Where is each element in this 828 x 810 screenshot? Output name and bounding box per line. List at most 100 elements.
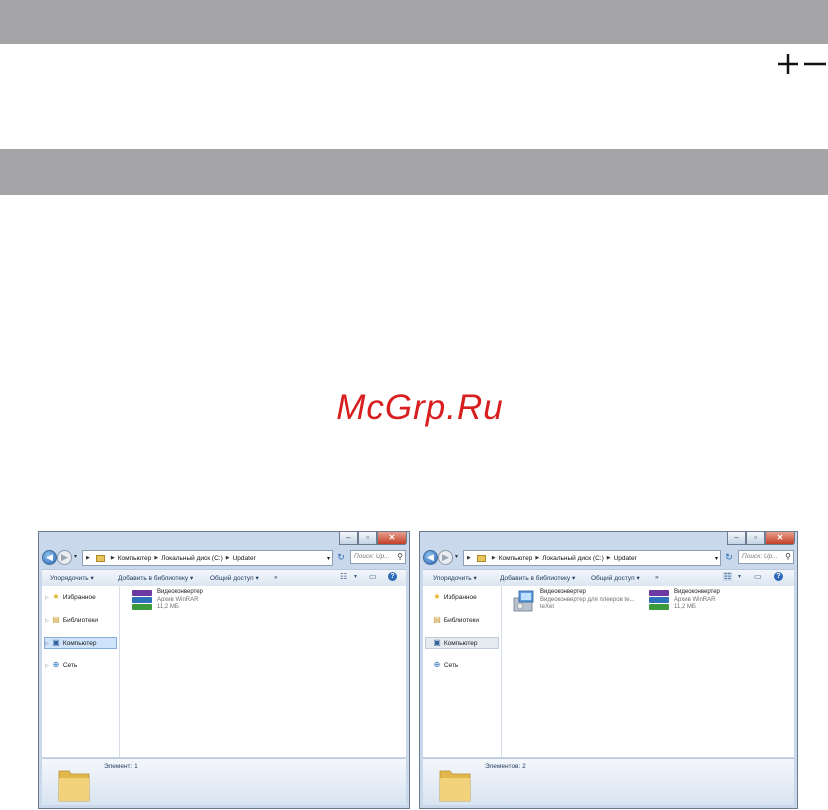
nav-item-label: Избранное [443,594,477,601]
add-to-library-menu[interactable]: Добавить в библиотеку ▾ [500,574,575,582]
maximize-button[interactable]: ▫ [746,532,765,545]
minimize-button[interactable]: ‒ [339,532,358,545]
status-count: Элементов: 2 [485,763,526,770]
star-icon: ★ [52,592,60,601]
share-menu[interactable]: Общий доступ ▾ [591,574,640,582]
view-dropdown-icon[interactable]: ▾ [354,573,357,580]
forward-button[interactable]: ▶ [57,550,72,565]
network-icon: ⊕ [433,660,441,669]
file-type: Архив WinRAR [157,596,199,603]
refresh-icon[interactable]: ↻ [335,550,347,564]
close-button[interactable]: ✕ [377,532,407,545]
more-commands-button[interactable]: » [655,574,659,581]
details-pane: Элемент: 1 [42,758,406,805]
chevron-right-icon: ▶ [110,555,115,561]
nav-item-libraries[interactable]: ▤ Библиотеки [426,615,479,626]
library-icon: ▤ [52,615,60,624]
breadcrumb-drive[interactable]: Локальный диск (C:) [161,555,223,562]
window-controls: ‒ ▫ ✕ [727,532,795,546]
nav-item-favorites[interactable]: ★ Избранное [426,592,477,603]
command-bar: Упорядочить ▾ Добавить в библиотеку ▾ Об… [42,569,406,587]
address-dropdown-icon[interactable]: ▾ [715,555,718,562]
address-bar[interactable]: ▶ ▶ Компьютер ▶ Локальный диск (C:) ▶ Up… [82,550,333,566]
explorer-window-2: ‒ ▫ ✕ ◀ ▶ ▾ ▶ ▶ Компьютер ▶ Локальный ди… [419,531,798,809]
maximize-button[interactable]: ▫ [358,532,377,545]
nav-item-label: Компьютер [62,640,97,647]
breadcrumb-computer[interactable]: Компьютер [499,555,533,562]
folder-icon [476,554,486,562]
history-dropdown-icon[interactable]: ▾ [455,553,458,560]
folder-icon [439,770,471,802]
file-item[interactable]: Видеоконвертер Архив WinRAR 11,2 МБ [648,589,720,612]
watermark: McGrp.Ru [336,388,504,427]
chevron-right-icon: ▶ [154,555,159,561]
nav-item-label: Библиотеки [443,617,480,624]
nav-item-network[interactable]: ⊕ Сеть [426,660,459,671]
history-dropdown-icon[interactable]: ▾ [74,553,77,560]
nav-item-label: Библиотеки [62,617,99,624]
file-type: Видеоконвертер для плееров te... [540,596,635,603]
file-item[interactable]: Видеоконвертер Видеоконвертер для плееро… [512,589,634,613]
plus-icon[interactable] [778,54,798,74]
nav-item-libraries[interactable]: ▷ ▤ Библиотеки [45,615,98,626]
star-icon: ★ [433,592,441,601]
search-input[interactable]: Поиск: Up... ⚲ [350,550,406,564]
help-icon[interactable]: ? [774,572,783,581]
organize-menu[interactable]: Упорядочить ▾ [433,574,477,582]
view-options-icon[interactable]: ☷ [723,572,733,581]
search-placeholder: Поиск: Up... [354,553,390,560]
network-icon: ⊕ [52,660,60,669]
address-row: ◀ ▶ ▾ ▶ ▶ Компьютер ▶ Локальный диск (C:… [423,549,794,569]
breadcrumb-folder[interactable]: Updater [614,555,637,562]
winrar-archive-icon [648,589,670,611]
add-to-library-menu[interactable]: Добавить в библиотеку ▾ [118,574,193,582]
refresh-icon[interactable]: ↻ [723,550,735,564]
zoom-controls [778,54,826,74]
chevron-right-icon: ▶ [491,555,496,561]
breadcrumb-computer[interactable]: Компьютер [118,555,152,562]
forward-button[interactable]: ▶ [438,550,453,565]
breadcrumb-drive[interactable]: Локальный диск (C:) [542,555,604,562]
address-dropdown-icon[interactable]: ▾ [327,555,330,562]
search-input[interactable]: Поиск: Up... ⚲ [738,550,794,564]
file-name: Видеоконвертер [674,589,720,595]
preview-pane-icon[interactable]: ▭ [754,572,762,581]
nav-item-label: Избранное [62,594,96,601]
setup-installer-icon [513,590,534,612]
chevron-right-icon: ▶ [467,555,471,561]
share-menu[interactable]: Общий доступ ▾ [210,574,259,582]
view-options-icon[interactable]: ☷ [340,572,347,581]
nav-item-favorites[interactable]: ▷ ★ Избранное [45,592,96,603]
file-size: 11,2 МБ [674,604,696,610]
address-bar[interactable]: ▶ ▶ Компьютер ▶ Локальный диск (C:) ▶ Up… [463,550,721,566]
nav-item-computer[interactable]: ▷ ▣ Компьютер [44,637,117,649]
file-name: Видеоконвертер [157,589,203,595]
more-commands-button[interactable]: » [274,574,278,581]
file-list: Видеоконвертер Архив WinRAR 11,2 МБ [120,586,406,757]
close-button[interactable]: ✕ [765,532,795,545]
back-button[interactable]: ◀ [42,550,57,565]
window-controls: ‒ ▫ ✕ [339,532,407,546]
computer-icon: ▣ [433,638,441,647]
back-button[interactable]: ◀ [423,550,438,565]
help-icon[interactable]: ? [388,572,397,581]
minimize-button[interactable]: ‒ [727,532,746,545]
preview-pane-icon[interactable]: ▭ [369,572,377,581]
search-placeholder: Поиск: Up... [742,553,778,560]
view-dropdown-icon[interactable]: ▾ [738,573,741,580]
nav-item-label: Компьютер [443,640,478,647]
header-band [0,0,828,44]
file-item[interactable]: Видеоконвертер Архив WinRAR 11,2 МБ [131,589,203,612]
nav-item-computer[interactable]: ▣ Компьютер [425,637,499,649]
details-pane: Элементов: 2 [423,758,794,805]
nav-item-label: Сеть [62,662,78,669]
chevron-right-icon: ▶ [606,555,611,561]
chevron-right-icon: ▶ [535,555,540,561]
nav-item-network[interactable]: ▷ ⊕ Сеть [45,660,77,671]
search-icon: ⚲ [785,552,791,561]
chevron-right-icon: ▶ [86,555,90,561]
navigation-pane: ★ Избранное ▤ Библиотеки ▣ Компьютер ⊕ С… [423,586,502,757]
organize-menu[interactable]: Упорядочить ▾ [50,574,94,582]
explorer-window-1: ‒ ▫ ✕ ◀ ▶ ▾ ▶ ▶ Компьютер ▶ Локальный ди… [38,531,410,809]
breadcrumb-folder[interactable]: Updater [233,555,256,562]
